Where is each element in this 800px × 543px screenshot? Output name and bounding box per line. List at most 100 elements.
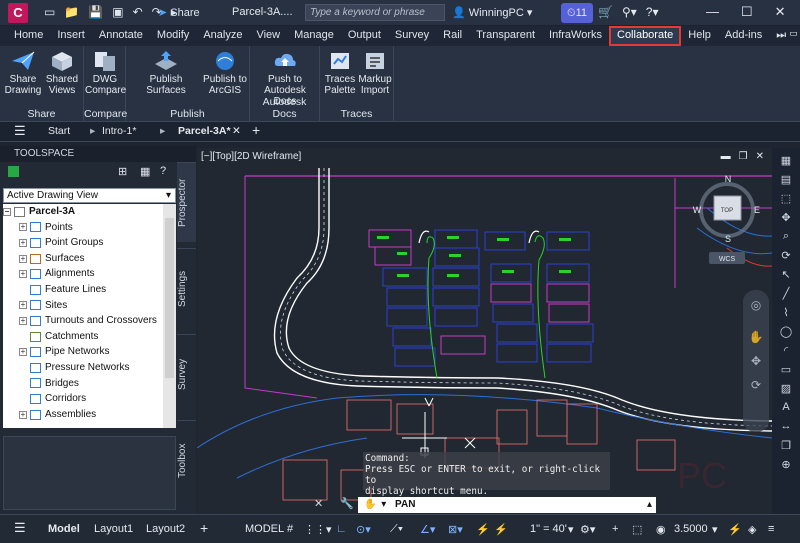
help-icon[interactable]: ? — [160, 165, 166, 177]
polar-icon[interactable]: ⊙▾ — [356, 523, 371, 536]
user-menu[interactable]: 👤 WinningPC ▾ — [452, 6, 532, 19]
close-command-icon[interactable]: ✕ — [314, 497, 323, 510]
expand-icon[interactable]: + — [19, 410, 27, 419]
expand-icon[interactable]: + — [19, 270, 27, 279]
chevron-down-icon[interactable]: ▾ — [568, 523, 574, 536]
snap-icon[interactable]: ⋮⋮▾ — [304, 523, 332, 536]
orbit-icon[interactable]: ⟳ — [777, 249, 795, 263]
customize-icon[interactable]: ≡ — [768, 523, 774, 535]
save-icon[interactable]: 💾 — [88, 5, 103, 19]
tab-output[interactable]: Output — [341, 26, 388, 46]
pan-icon[interactable]: ✥ — [777, 211, 795, 225]
tab-intro-1[interactable]: Intro-1* — [102, 125, 136, 137]
viewcube-face-label[interactable]: TOP — [721, 208, 733, 214]
share-drawing-button[interactable]: Share Drawing — [3, 50, 43, 96]
expand-icon[interactable]: + — [19, 238, 27, 247]
isolate-icon[interactable]: ⬚ — [632, 523, 642, 536]
tab-manage[interactable]: Manage — [287, 26, 341, 46]
tree-item-assemblies[interactable]: + Assemblies — [3, 407, 163, 423]
tab-infraworks[interactable]: InfraWorks — [542, 26, 609, 46]
model-space-toggle[interactable]: MODEL — [245, 523, 284, 535]
close-tab-icon[interactable]: ✕ — [232, 125, 241, 137]
dwg-compare-button[interactable]: DWG Compare — [85, 50, 126, 96]
scrollbar-thumb[interactable] — [165, 218, 174, 378]
dimension-icon[interactable]: ↔ — [777, 420, 795, 434]
isodraft-icon[interactable]: ⟋▾ — [390, 523, 403, 536]
collapse-icon[interactable]: − — [3, 207, 11, 216]
add-layout-icon[interactable]: + — [200, 520, 208, 536]
pan-icon[interactable]: ✋ — [743, 330, 769, 344]
command-input[interactable]: ✋ ▾ PAN ▴ — [358, 497, 656, 513]
tab-add-ins[interactable]: Add-ins — [718, 26, 769, 46]
shared-views-button[interactable]: Shared Views — [42, 50, 82, 96]
insert-icon[interactable]: ⊕ — [777, 458, 795, 472]
circle-icon[interactable]: ◯ — [777, 325, 795, 339]
auto-scale-icon[interactable]: ⚡ — [494, 523, 508, 536]
orbit-icon[interactable]: ⟳ — [743, 378, 769, 392]
tree-item-point-groups[interactable]: + Point Groups — [3, 235, 163, 251]
expand-icon[interactable]: + — [19, 316, 27, 325]
notification-badge[interactable]: ⏲11 — [561, 3, 593, 23]
tree-root[interactable]: − Parcel-3A — [3, 204, 163, 220]
tree-view-icon[interactable]: ⊞ — [118, 165, 127, 178]
wcs-menu[interactable]: WCS — [719, 256, 736, 263]
hatch-icon[interactable]: ▨ — [777, 382, 795, 396]
open-folder-icon[interactable]: 📁 — [64, 5, 79, 19]
tab-insert[interactable]: Insert — [50, 26, 92, 46]
share-button[interactable]: ➤ Share — [158, 6, 200, 19]
tree-item-pipe-networks[interactable]: + Pipe Networks — [3, 344, 163, 360]
tab-start[interactable]: Start — [48, 125, 70, 137]
tree-item-pressure-networks[interactable]: Pressure Networks — [3, 360, 163, 376]
layers-icon[interactable]: ▦ — [777, 154, 795, 168]
tree-item-sites[interactable]: + Sites — [3, 298, 163, 314]
drawing-canvas[interactable]: [−][Top][2D Wireframe] ▬ ❐ ✕ TOP N S E W… — [197, 148, 772, 514]
lineweight-value[interactable]: 3.5000 — [674, 523, 708, 535]
zoom-icon[interactable]: ⌕ — [777, 230, 795, 244]
menu-icon[interactable]: ☰ — [14, 520, 26, 536]
tree-item-turnouts-and-crossovers[interactable]: + Turnouts and Crossovers — [3, 313, 163, 329]
clean-screen-icon[interactable]: ◉ — [656, 523, 666, 536]
tree-item-feature-lines[interactable]: Feature Lines — [3, 282, 163, 298]
layout-tab-layout2[interactable]: Layout2 — [146, 523, 185, 535]
tab-home[interactable]: Home — [7, 26, 50, 46]
more-tabs-icon[interactable]: ⏭ ▭ — [769, 26, 800, 46]
side-tab-toolbox[interactable]: Toolbox — [177, 420, 196, 500]
tab-view[interactable]: View — [249, 26, 287, 46]
tree-item-bridges[interactable]: Bridges — [3, 376, 163, 392]
expand-icon[interactable]: + — [19, 223, 27, 232]
tab-analyze[interactable]: Analyze — [196, 26, 249, 46]
hamburger-menu-icon[interactable]: ☰ — [14, 123, 26, 139]
expand-icon[interactable]: + — [19, 301, 27, 310]
plus-icon[interactable]: + — [612, 523, 618, 535]
rectangle-icon[interactable]: ▭ — [777, 363, 795, 377]
markup-import-button[interactable]: Markup Import — [356, 50, 394, 96]
tab-collaborate[interactable]: Collaborate — [609, 26, 682, 46]
minimize-icon[interactable]: — — [706, 4, 719, 20]
save-as-icon[interactable]: ▣ — [112, 5, 123, 19]
properties-icon[interactable]: ▤ — [777, 173, 795, 187]
tree-scrollbar[interactable] — [163, 204, 176, 428]
traces-palette-button[interactable]: Traces Palette — [322, 50, 358, 96]
block-icon[interactable]: ❒ — [777, 439, 795, 453]
side-tab-settings[interactable]: Settings — [177, 248, 196, 328]
tab-parcel-3a[interactable]: Parcel-3A* — [178, 125, 231, 137]
tab-modify[interactable]: Modify — [150, 26, 196, 46]
grid-icon[interactable]: # — [287, 523, 293, 535]
expand-icon[interactable]: + — [19, 254, 27, 263]
annotation-scale-select[interactable]: 1" = 40' — [530, 523, 567, 535]
new-tab-icon[interactable]: + — [252, 122, 260, 138]
close-icon[interactable]: ✕ — [775, 4, 786, 20]
prospector-icon[interactable] — [8, 166, 19, 177]
app-logo-icon[interactable]: C — [8, 3, 28, 23]
polyline-icon[interactable]: ⌇ — [777, 306, 795, 320]
customize-icon[interactable]: 🔧 — [340, 497, 354, 510]
side-tab-prospector[interactable]: Prospector — [177, 162, 196, 242]
text-icon[interactable]: A — [777, 401, 795, 415]
maximize-icon[interactable]: ☐ — [741, 4, 753, 20]
tab-help[interactable]: Help — [681, 26, 718, 46]
list-view-icon[interactable]: ▦ — [140, 165, 150, 178]
view-select[interactable]: Active Drawing View ▾ — [3, 188, 176, 203]
object-snap-icon[interactable]: ⊠▾ — [448, 523, 463, 536]
search-input[interactable]: Type a keyword or phrase — [305, 4, 445, 21]
tree-item-corridors[interactable]: Corridors — [3, 391, 163, 407]
